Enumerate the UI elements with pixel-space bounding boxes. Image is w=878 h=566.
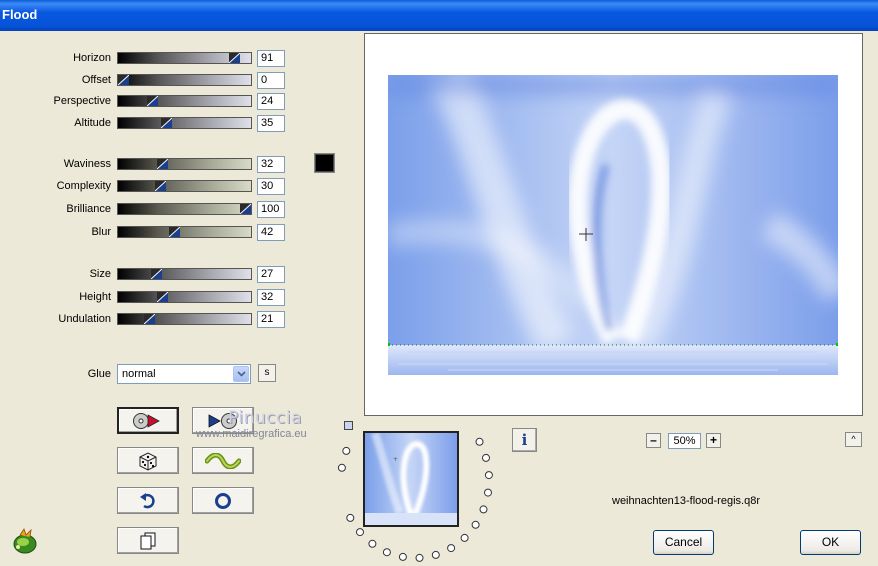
wave-icon <box>205 452 241 469</box>
navigator-dot <box>460 533 469 542</box>
label-brilliance: Brilliance <box>66 203 111 215</box>
slider-thumb[interactable] <box>118 75 129 85</box>
glue-select-value: normal <box>122 368 156 380</box>
slider-perspective[interactable] <box>117 95 252 107</box>
navigator-dot <box>415 553 424 562</box>
label-size: Size <box>89 268 111 280</box>
navigator-thumbnail[interactable]: + <box>363 431 459 527</box>
watermark-url: www.maidiregrafica.eu <box>196 428 307 440</box>
slider-thumb[interactable] <box>144 314 155 324</box>
input-waviness[interactable]: 32 <box>257 156 285 173</box>
label-offset: Offset <box>81 74 111 86</box>
input-size[interactable]: 27 <box>257 266 285 283</box>
navigator-dot <box>342 446 351 455</box>
glue-select[interactable]: normal <box>117 364 251 384</box>
preview-play-button[interactable] <box>117 407 179 434</box>
input-blur[interactable]: 42 <box>257 224 285 241</box>
collapse-button[interactable]: ^ <box>845 432 862 447</box>
input-undulation[interactable]: 21 <box>257 311 285 328</box>
slider-thumb[interactable] <box>161 118 172 128</box>
input-altitude[interactable]: 35 <box>257 115 285 132</box>
slider-complexity[interactable] <box>117 180 252 192</box>
slider-thumb[interactable] <box>157 292 168 302</box>
app-logo-icon <box>13 528 37 554</box>
window-title: Flood <box>2 7 38 22</box>
preview-image[interactable] <box>388 75 838 375</box>
slider-offset[interactable] <box>117 74 252 86</box>
chevron-down-icon[interactable] <box>233 366 249 382</box>
cancel-button[interactable]: Cancel <box>653 530 714 555</box>
navigator-dot <box>382 548 391 557</box>
navigator-dot <box>431 550 440 559</box>
navigator-dot <box>484 488 492 497</box>
info-button[interactable]: i <box>512 428 537 452</box>
slider-blur[interactable] <box>117 226 252 238</box>
disc-play-icon <box>133 412 160 429</box>
ok-button[interactable]: OK <box>800 530 861 555</box>
slider-undulation[interactable] <box>117 313 252 325</box>
preset-filename: weihnachten13-flood-regis.q8r <box>612 495 760 507</box>
navigator-dot <box>337 463 346 472</box>
copy-button[interactable] <box>117 527 179 554</box>
input-height[interactable]: 32 <box>257 289 285 306</box>
svg-text:+: + <box>393 456 398 463</box>
title-bar: Flood <box>0 0 878 31</box>
slider-size[interactable] <box>117 268 252 280</box>
slider-height[interactable] <box>117 291 252 303</box>
ring-icon <box>215 492 231 509</box>
slider-horizon[interactable] <box>117 52 252 64</box>
label-blur: Blur <box>91 226 111 238</box>
input-complexity[interactable]: 30 <box>257 178 285 195</box>
input-perspective[interactable]: 24 <box>257 93 285 110</box>
label-horizon: Horizon <box>73 52 111 64</box>
label-height: Height <box>79 291 111 303</box>
slider-thumb[interactable] <box>147 96 158 106</box>
navigator-dot <box>482 453 490 462</box>
slider-waviness[interactable] <box>117 158 252 170</box>
label-waviness: Waviness <box>63 158 111 170</box>
zoom-out-button[interactable]: – <box>646 433 661 448</box>
label-undulation: Undulation <box>58 313 111 325</box>
slider-thumb[interactable] <box>157 159 168 169</box>
undo-button[interactable] <box>117 487 179 514</box>
slider-thumb[interactable] <box>151 269 162 279</box>
reset-button[interactable] <box>192 487 254 514</box>
randomize-button[interactable] <box>117 447 179 474</box>
pages-icon <box>140 532 156 549</box>
label-glue: Glue <box>87 368 111 380</box>
navigator-dot <box>398 552 407 561</box>
wave-button[interactable] <box>192 447 254 474</box>
undo-icon <box>140 492 155 508</box>
slider-altitude[interactable] <box>117 117 252 129</box>
dice-icon <box>139 451 157 471</box>
label-perspective: Perspective <box>53 95 111 107</box>
label-complexity: Complexity <box>56 180 111 192</box>
slider-brilliance[interactable] <box>117 203 252 215</box>
navigator-dot <box>447 544 456 553</box>
s-button[interactable]: s <box>258 364 276 382</box>
slider-thumb[interactable] <box>155 181 166 191</box>
slider-thumb[interactable] <box>240 204 251 214</box>
zoom-value: 50% <box>668 433 701 449</box>
navigator-dot <box>368 539 377 548</box>
zoom-in-button[interactable]: + <box>706 433 721 448</box>
slider-thumb[interactable] <box>229 53 240 63</box>
input-horizon[interactable]: 91 <box>257 50 285 67</box>
navigator-dot <box>346 513 355 522</box>
input-brilliance[interactable]: 100 <box>257 201 285 218</box>
input-offset[interactable]: 0 <box>257 72 285 89</box>
navigator-dot <box>471 520 480 529</box>
navigator-dot <box>484 471 493 480</box>
slider-thumb[interactable] <box>169 227 180 237</box>
navigator-dot <box>356 528 364 537</box>
navigator-dot <box>475 437 484 446</box>
label-altitude: Altitude <box>74 117 111 129</box>
navigator-dot <box>479 505 488 514</box>
color-swatch[interactable] <box>314 153 335 173</box>
watermark-name: Pinuccia <box>228 408 302 428</box>
